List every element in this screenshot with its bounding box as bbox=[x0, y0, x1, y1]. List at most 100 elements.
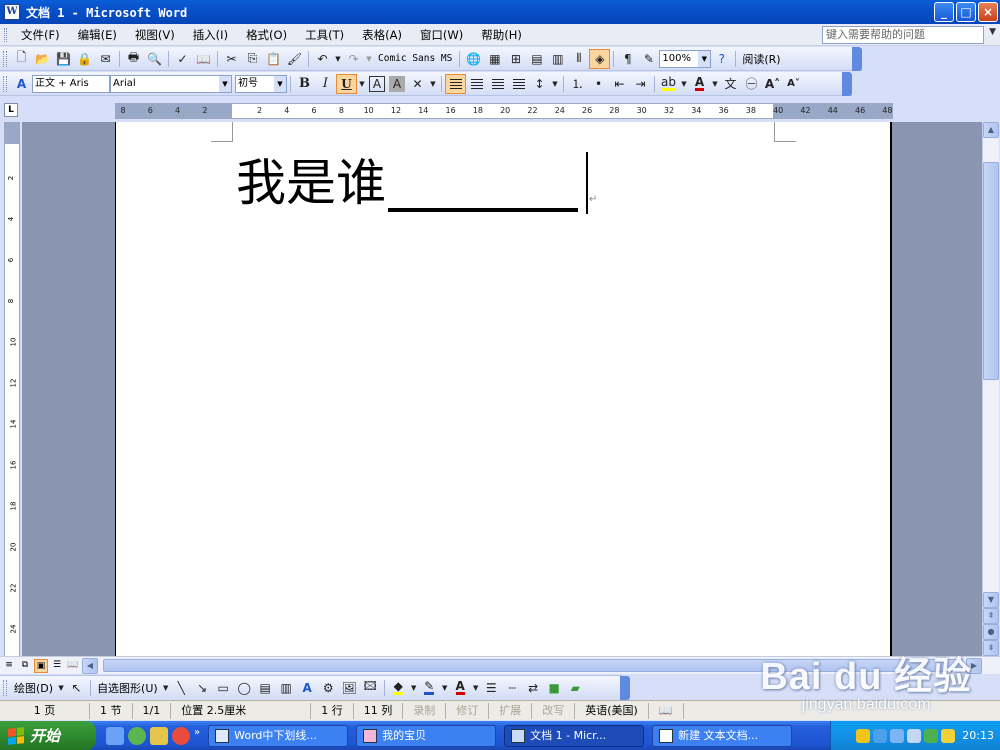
oval-icon[interactable]: ◯ bbox=[234, 678, 255, 698]
paste-icon[interactable]: 📋 bbox=[263, 49, 284, 69]
print-layout-icon[interactable]: ▣ bbox=[34, 658, 48, 673]
reading-layout-icon[interactable]: 📖 bbox=[66, 659, 80, 673]
spelling-icon[interactable]: ✓ bbox=[172, 49, 193, 69]
cut-icon[interactable]: ✂ bbox=[221, 49, 242, 69]
highlight-dropdown-icon[interactable]: ▼ bbox=[679, 74, 689, 94]
font-color-dropdown-icon[interactable]: ▼ bbox=[710, 74, 720, 94]
insert-picture-icon[interactable]: 🖾 bbox=[360, 678, 381, 698]
word-app-icon[interactable]: W bbox=[4, 4, 20, 20]
tray-app-icon[interactable] bbox=[856, 728, 871, 743]
line-spacing-icon[interactable]: ↕ bbox=[529, 74, 550, 94]
dash-style-icon[interactable]: ┄ bbox=[502, 678, 523, 698]
diagram-icon[interactable]: ⚙ bbox=[318, 678, 339, 698]
open-folder-icon[interactable]: 📂 bbox=[32, 49, 53, 69]
redo-icon[interactable]: ↷ bbox=[343, 49, 364, 69]
research-icon[interactable]: 📖 bbox=[193, 49, 214, 69]
style-select[interactable]: 正文 + Aris bbox=[32, 74, 110, 93]
bullets-icon[interactable]: • bbox=[588, 74, 609, 94]
phonetic-guide-icon[interactable]: 文 bbox=[720, 74, 741, 94]
maximize-button[interactable]: □ bbox=[956, 2, 976, 22]
normal-view-icon[interactable]: ≡ bbox=[2, 659, 16, 673]
toolbar-grip[interactable] bbox=[3, 679, 7, 696]
horizontal-ruler[interactable]: 8 6 4 2 2 4 6 8 10 12 14 16 18 20 22 24 26 28 30 32 34 36 38 40… bbox=[115, 103, 893, 119]
fill-color-icon[interactable]: ◆ bbox=[388, 678, 409, 698]
zoom-select[interactable]: 100% ▼ bbox=[659, 49, 712, 68]
chevron-down-icon[interactable]: ▼ bbox=[698, 50, 711, 67]
line-color-icon[interactable]: ✎ bbox=[419, 678, 440, 698]
character-scaling-icon[interactable]: ✕ bbox=[407, 74, 428, 94]
chevron-down-icon[interactable]: ▼ bbox=[219, 75, 231, 92]
arrow-style-icon[interactable]: ⇄ bbox=[523, 678, 544, 698]
help-icon[interactable]: ? bbox=[711, 49, 732, 69]
next-page-button[interactable]: ⇟ bbox=[983, 640, 999, 656]
copy-icon[interactable]: ⎘ bbox=[242, 49, 263, 69]
draw-menu-button[interactable]: 绘图(D) bbox=[11, 680, 56, 696]
menu-help[interactable]: 帮助(H) bbox=[472, 27, 531, 43]
undo-dropdown-icon[interactable]: ▼ bbox=[333, 49, 343, 69]
scaling-dropdown-icon[interactable]: ▼ bbox=[428, 74, 438, 94]
start-button[interactable]: 开始 bbox=[0, 721, 96, 750]
print-preview-icon[interactable]: 🔍 bbox=[144, 49, 165, 69]
justify-icon[interactable] bbox=[508, 74, 529, 94]
clip-art-icon[interactable]: 🖼 bbox=[339, 678, 360, 698]
enclose-characters-icon[interactable]: ㊀ bbox=[741, 74, 762, 94]
toolbar-grip[interactable] bbox=[3, 50, 7, 67]
vertical-scrollbar[interactable]: ▲ ▼ ⇞ ● ⇟ bbox=[982, 122, 999, 656]
tray-volume-icon[interactable] bbox=[907, 728, 922, 743]
read-button[interactable]: 阅读(R) bbox=[739, 51, 783, 67]
toolbar-options-icon[interactable] bbox=[842, 72, 852, 96]
increase-indent-icon[interactable]: ⇥ bbox=[630, 74, 651, 94]
format-painter-icon[interactable]: 🖌 bbox=[284, 49, 305, 69]
draw-dropdown-icon[interactable]: ▼ bbox=[56, 678, 66, 698]
web-layout-icon[interactable]: ⧉ bbox=[18, 659, 32, 673]
bold-button[interactable]: B bbox=[294, 74, 315, 94]
permission-icon[interactable]: 🔒 bbox=[74, 49, 95, 69]
menu-tools[interactable]: 工具(T) bbox=[296, 27, 353, 43]
quick-launch-app-icon[interactable] bbox=[150, 726, 168, 745]
menu-window[interactable]: 窗口(W) bbox=[411, 27, 472, 43]
task-button-word-underline[interactable]: Word中下划线... bbox=[208, 724, 349, 747]
status-record[interactable]: 录制 bbox=[403, 702, 447, 719]
tab-selector[interactable]: L bbox=[4, 103, 18, 117]
tray-network-icon[interactable] bbox=[890, 728, 905, 743]
scroll-right-button[interactable]: ▶ bbox=[966, 658, 982, 674]
select-objects-icon[interactable]: ↖ bbox=[66, 678, 87, 698]
new-document-icon[interactable]: 🗋 bbox=[11, 49, 32, 69]
help-search-input[interactable]: 键入需要帮助的问题 bbox=[822, 26, 984, 44]
shrink-font-icon[interactable]: A˅ bbox=[783, 74, 804, 94]
task-button-new-text-document[interactable]: 新建 文本文档... bbox=[652, 724, 793, 747]
tray-security-icon[interactable] bbox=[924, 728, 939, 743]
line-icon[interactable]: ╲ bbox=[171, 678, 192, 698]
rectangle-icon[interactable]: ▭ bbox=[213, 678, 234, 698]
grow-font-icon[interactable]: A˄ bbox=[762, 74, 783, 94]
line-color-dropdown-icon[interactable]: ▼ bbox=[440, 678, 450, 698]
previous-page-button[interactable]: ⇞ bbox=[983, 608, 999, 624]
wordart-icon[interactable]: A bbox=[297, 678, 318, 698]
document-map-icon[interactable]: ◈ bbox=[589, 48, 611, 69]
document-text[interactable]: 我是谁 bbox=[236, 152, 578, 214]
tray-app-icon[interactable] bbox=[873, 728, 888, 743]
ink-icon[interactable]: ✎ bbox=[638, 49, 659, 69]
save-icon[interactable]: 💾 bbox=[53, 49, 74, 69]
quick-launch-app-icon[interactable] bbox=[128, 726, 146, 745]
quick-launch-more-icon[interactable]: » bbox=[194, 727, 200, 745]
numbering-icon[interactable]: ⒈ bbox=[567, 74, 588, 94]
status-overtype[interactable]: 改写 bbox=[532, 702, 576, 719]
line-spacing-dropdown-icon[interactable]: ▼ bbox=[550, 74, 560, 94]
clock[interactable]: 20:13 bbox=[962, 729, 994, 742]
task-button-my-baby[interactable]: 我的宝贝 bbox=[356, 724, 497, 747]
shadow-style-icon[interactable]: ■ bbox=[544, 678, 565, 698]
email-icon[interactable]: ✉ bbox=[95, 49, 116, 69]
autoshapes-dropdown-icon[interactable]: ▼ bbox=[161, 678, 171, 698]
toolbar-grip[interactable] bbox=[3, 75, 7, 92]
font-size-select[interactable]: 初号 ▼ bbox=[235, 74, 287, 93]
highlight-icon[interactable]: ab bbox=[658, 74, 679, 94]
menu-insert[interactable]: 插入(I) bbox=[184, 27, 237, 43]
menu-format[interactable]: 格式(O) bbox=[237, 27, 296, 43]
document-page[interactable]: 我是谁 ↵ bbox=[115, 122, 892, 656]
quick-launch-browser-icon[interactable] bbox=[172, 726, 190, 745]
vertical-scroll-thumb[interactable] bbox=[983, 162, 999, 380]
show-hide-icon[interactable]: ¶ bbox=[617, 49, 638, 69]
underline-dropdown-icon[interactable]: ▼ bbox=[357, 74, 367, 94]
spelling-status-icon[interactable]: 📖 bbox=[649, 702, 684, 719]
